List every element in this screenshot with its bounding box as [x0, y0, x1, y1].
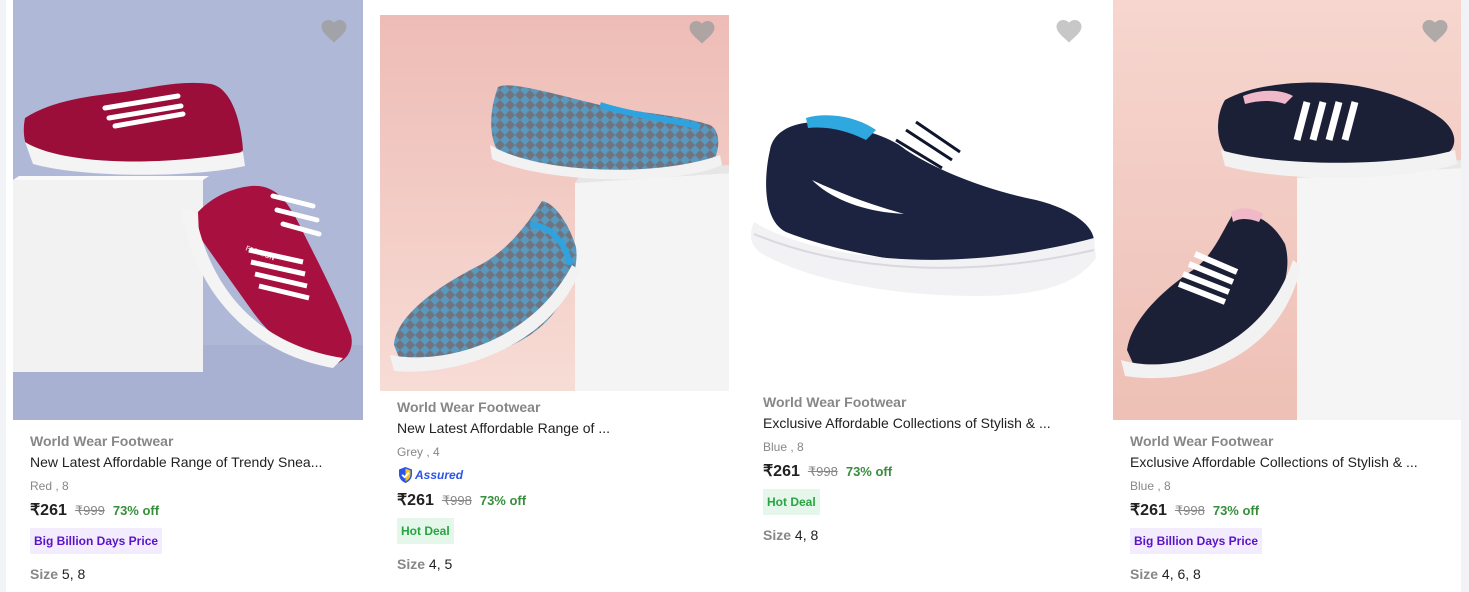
size-info: Size 4, 8	[763, 526, 1086, 544]
size-label: Size	[1130, 566, 1159, 582]
brand-name: World Wear Footwear	[397, 399, 541, 415]
original-price: ₹998	[1174, 503, 1205, 518]
size-info: Size 5, 8	[30, 565, 353, 583]
big-billion-days-badge: Big Billion Days Price	[30, 528, 163, 554]
product-image-navy-pink-sneakers[interactable]	[1113, 0, 1461, 420]
size-label: Size	[30, 566, 59, 582]
price-row: ₹261 ₹999 73% off	[30, 500, 353, 520]
discount: 73% off	[479, 493, 527, 508]
big-billion-days-badge: Big Billion Days Price	[1130, 528, 1263, 554]
selling-price: ₹261	[1130, 502, 1167, 519]
product-card[interactable]: World Wear Footwear Exclusive Affordable…	[746, 0, 1096, 592]
original-price: ₹999	[74, 503, 105, 518]
discount: 73% off	[1212, 503, 1260, 518]
product-card[interactable]: FASHION World Wear Footwear New Latest A…	[13, 0, 363, 592]
hot-deal-badge: Hot Deal	[397, 518, 454, 544]
shield-check-icon	[399, 467, 412, 483]
heart-icon[interactable]	[687, 17, 717, 45]
product-image-grey-slip-on[interactable]	[380, 15, 729, 391]
discount: 73% off	[845, 464, 893, 479]
size-info: Size 4, 6, 8	[1130, 565, 1451, 583]
hot-deal-badge: Hot Deal	[763, 489, 820, 515]
brand-name: World Wear Footwear	[1130, 433, 1274, 449]
size-values: 5, 8	[61, 566, 86, 582]
product-image-navy-sneaker[interactable]	[746, 0, 1096, 385]
assured-badge: Assured	[397, 466, 719, 484]
price-row: ₹261 ₹998 73% off	[397, 490, 719, 510]
brand-name: World Wear Footwear	[30, 433, 174, 449]
heart-icon[interactable]	[1420, 16, 1450, 44]
size-info: Size 4, 5	[397, 555, 719, 573]
original-price: ₹998	[441, 493, 472, 508]
product-card[interactable]: World Wear Footwear Exclusive Affordable…	[1113, 0, 1461, 592]
product-title[interactable]: New Latest Affordable Range of ...	[397, 419, 719, 437]
size-label: Size	[763, 527, 792, 543]
product-variant: Blue , 8	[763, 440, 804, 454]
product-variant: Red , 8	[30, 479, 69, 493]
product-variant: Blue , 8	[1130, 479, 1171, 493]
product-info: World Wear Footwear New Latest Affordabl…	[30, 432, 353, 583]
heart-icon[interactable]	[319, 16, 349, 44]
price-row: ₹261 ₹998 73% off	[763, 461, 1086, 481]
size-values: 4, 8	[794, 527, 819, 543]
product-title[interactable]: Exclusive Affordable Collections of Styl…	[763, 414, 1086, 432]
product-image-red-sneakers[interactable]: FASHION	[13, 0, 363, 420]
left-gutter	[0, 0, 6, 592]
price-row: ₹261 ₹998 73% off	[1130, 500, 1451, 520]
selling-price: ₹261	[763, 463, 800, 480]
right-gutter	[1461, 0, 1469, 592]
product-title[interactable]: Exclusive Affordable Collections of Styl…	[1130, 453, 1451, 471]
original-price: ₹998	[807, 464, 838, 479]
size-values: 4, 5	[428, 556, 453, 572]
heart-icon[interactable]	[1054, 16, 1084, 44]
product-card[interactable]: World Wear Footwear New Latest Affordabl…	[380, 0, 729, 592]
product-info: World Wear Footwear Exclusive Affordable…	[763, 393, 1086, 544]
product-variant: Grey , 4	[397, 445, 440, 459]
size-values: 4, 6, 8	[1161, 566, 1201, 582]
size-label: Size	[397, 556, 426, 572]
product-info: World Wear Footwear New Latest Affordabl…	[397, 398, 719, 573]
product-title[interactable]: New Latest Affordable Range of Trendy Sn…	[30, 453, 353, 471]
discount: 73% off	[112, 503, 160, 518]
selling-price: ₹261	[30, 502, 67, 519]
assured-label: Assured	[415, 468, 464, 482]
product-grid: FASHION World Wear Footwear New Latest A…	[0, 0, 1469, 592]
selling-price: ₹261	[397, 492, 434, 509]
product-info: World Wear Footwear Exclusive Affordable…	[1130, 432, 1451, 583]
brand-name: World Wear Footwear	[763, 394, 907, 410]
